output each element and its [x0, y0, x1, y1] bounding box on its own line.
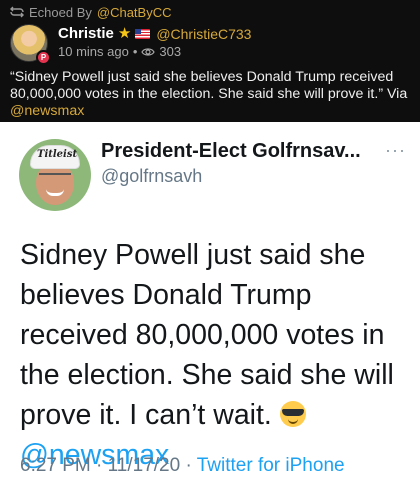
author-row: P Christie ★ @ChristieC733 10 mins ago •… — [10, 24, 410, 65]
tweet-timestamp: 6:27 PM · 11/17/20 · — [20, 455, 197, 476]
tweet-avatar: Titleist — [19, 139, 91, 211]
more-options-icon: ··· — [385, 140, 406, 160]
tweet-screenshot[interactable]: Titleist President-Elect Golfrnsav... @g… — [0, 122, 420, 500]
author-name-line: Christie ★ @ChristieC733 — [58, 25, 251, 42]
post-text: “Sidney Powell just said she believes Do… — [10, 69, 412, 120]
post-text-body: “Sidney Powell just said she believes Do… — [10, 69, 408, 102]
avatar-cap-logo: Titleist — [37, 149, 78, 160]
star-icon: ★ — [117, 25, 132, 42]
author-name[interactable]: Christie — [58, 25, 114, 42]
author-handle[interactable]: @ChristieC733 — [156, 26, 251, 42]
eye-icon — [141, 45, 156, 59]
post-time: 10 mins ago — [58, 44, 129, 59]
tweet-author-name: President-Elect Golfrnsav... — [101, 140, 361, 162]
avatar-face — [36, 163, 74, 205]
us-flag-icon — [135, 28, 151, 39]
echo-icon — [10, 5, 24, 19]
tweet-author-handle: @golfrnsavh — [101, 166, 203, 186]
tweet-source: Twitter for iPhone — [196, 455, 345, 476]
echo-label: Echoed By — [29, 4, 92, 20]
echo-by-link[interactable]: @ChatByCC — [97, 5, 172, 20]
sunglasses-emoji-icon — [279, 401, 306, 427]
author-badge: P — [36, 50, 51, 65]
avatar-glasses — [39, 173, 71, 179]
view-count: 303 — [159, 44, 182, 59]
via-handle-link[interactable]: @newsmax — [10, 103, 84, 119]
tweet-footer: 6:27 PM · 11/17/20 · Twitter for iPhone — [20, 455, 345, 477]
tweet-body-text: Sidney Powell just said she believes Don… — [20, 239, 394, 431]
echo-row: Echoed By @ChatByCC — [10, 3, 171, 21]
meta-separator: • — [132, 44, 138, 59]
tweet-body: Sidney Powell just said she believes Don… — [20, 235, 416, 475]
author-meta: 10 mins ago • 303 — [58, 44, 181, 59]
